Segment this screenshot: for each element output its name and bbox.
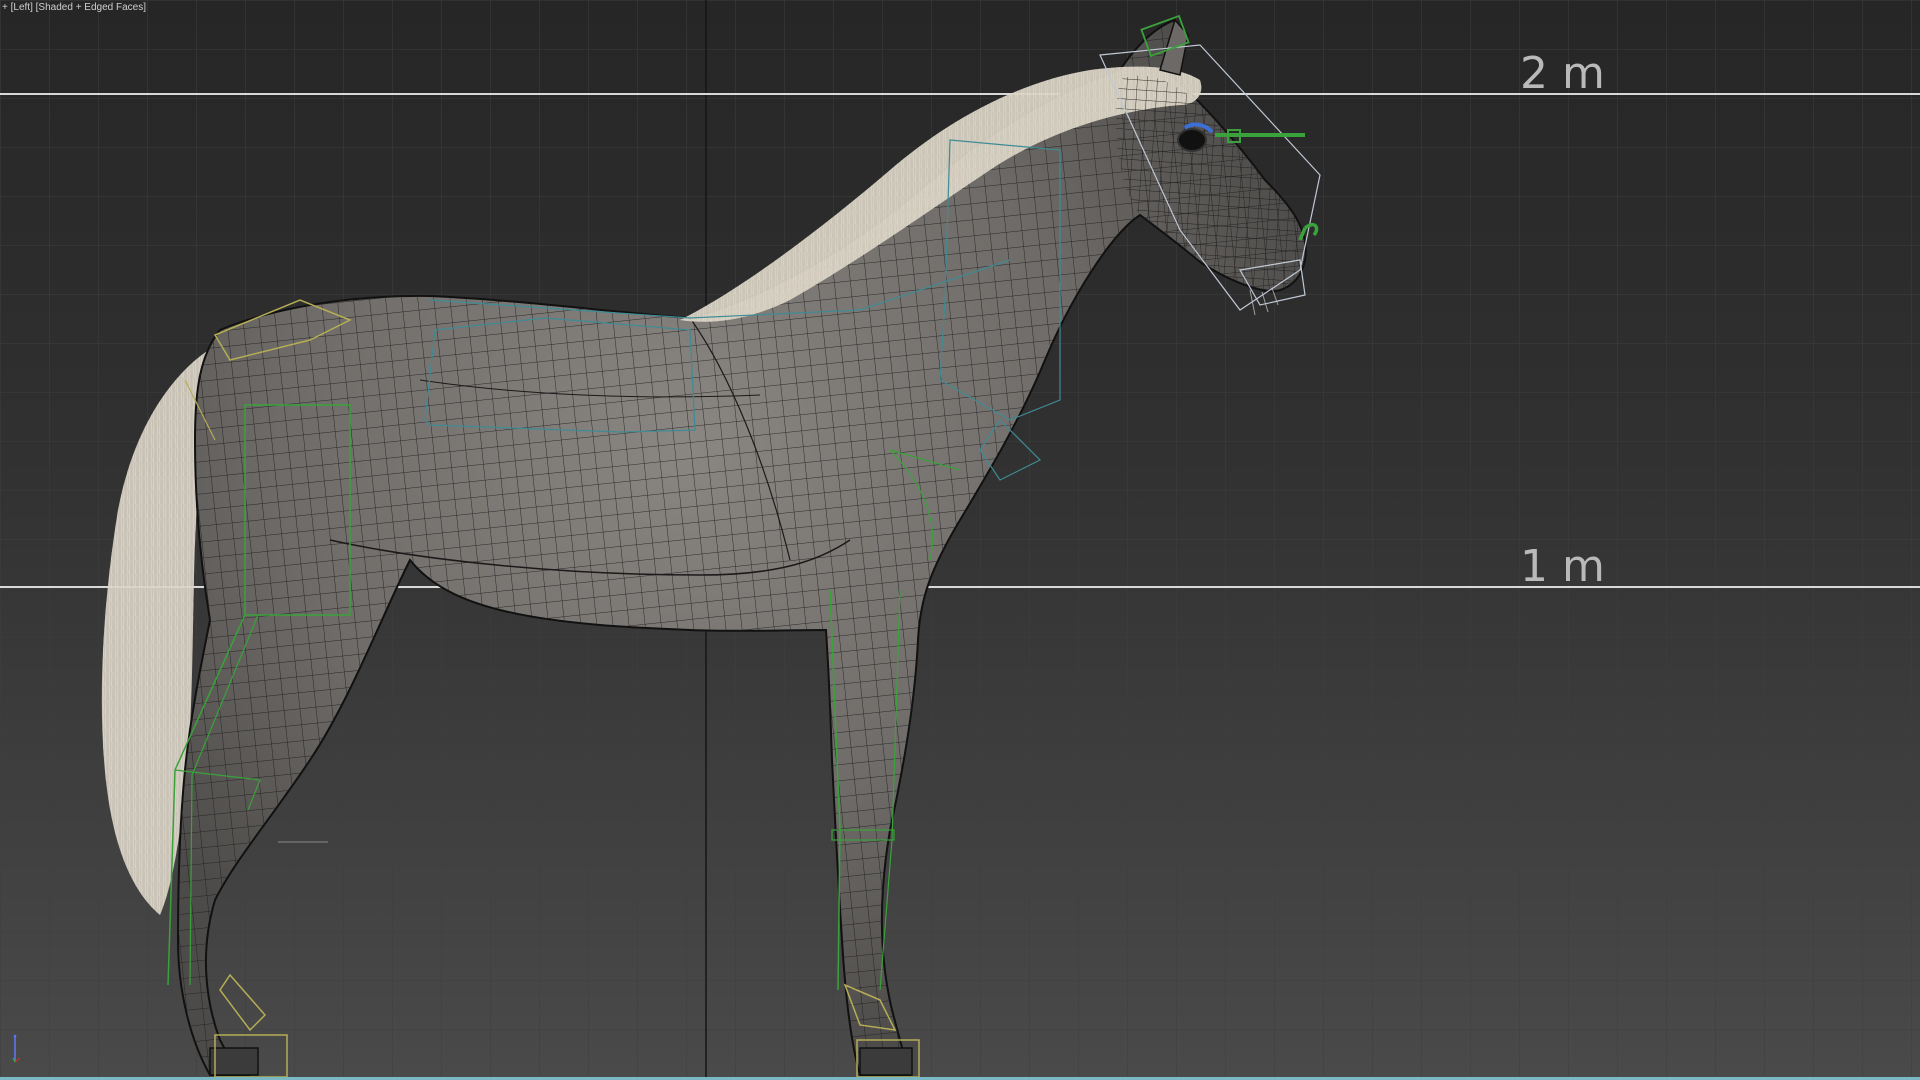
viewport-plus-menu[interactable]: + bbox=[2, 2, 8, 13]
viewport-left[interactable]: + [Left] [Shaded + Edged Faces] 2 m 1 m bbox=[0, 0, 1920, 1080]
horse-eye[interactable] bbox=[1177, 128, 1207, 152]
height-label-2m: 2 m bbox=[1520, 48, 1605, 99]
height-label-1m: 1 m bbox=[1520, 541, 1605, 592]
hind-hoof[interactable] bbox=[209, 1047, 259, 1076]
viewport-shading-mode[interactable]: [Shaded + Edged Faces] bbox=[36, 2, 146, 13]
viewport-label[interactable]: + [Left] [Shaded + Edged Faces] bbox=[2, 2, 146, 13]
construction-grid bbox=[0, 0, 1920, 1080]
viewport-view-name[interactable]: [Left] bbox=[11, 2, 33, 13]
front-hoof[interactable] bbox=[859, 1047, 913, 1076]
axis-tripod-icon bbox=[12, 1034, 21, 1063]
